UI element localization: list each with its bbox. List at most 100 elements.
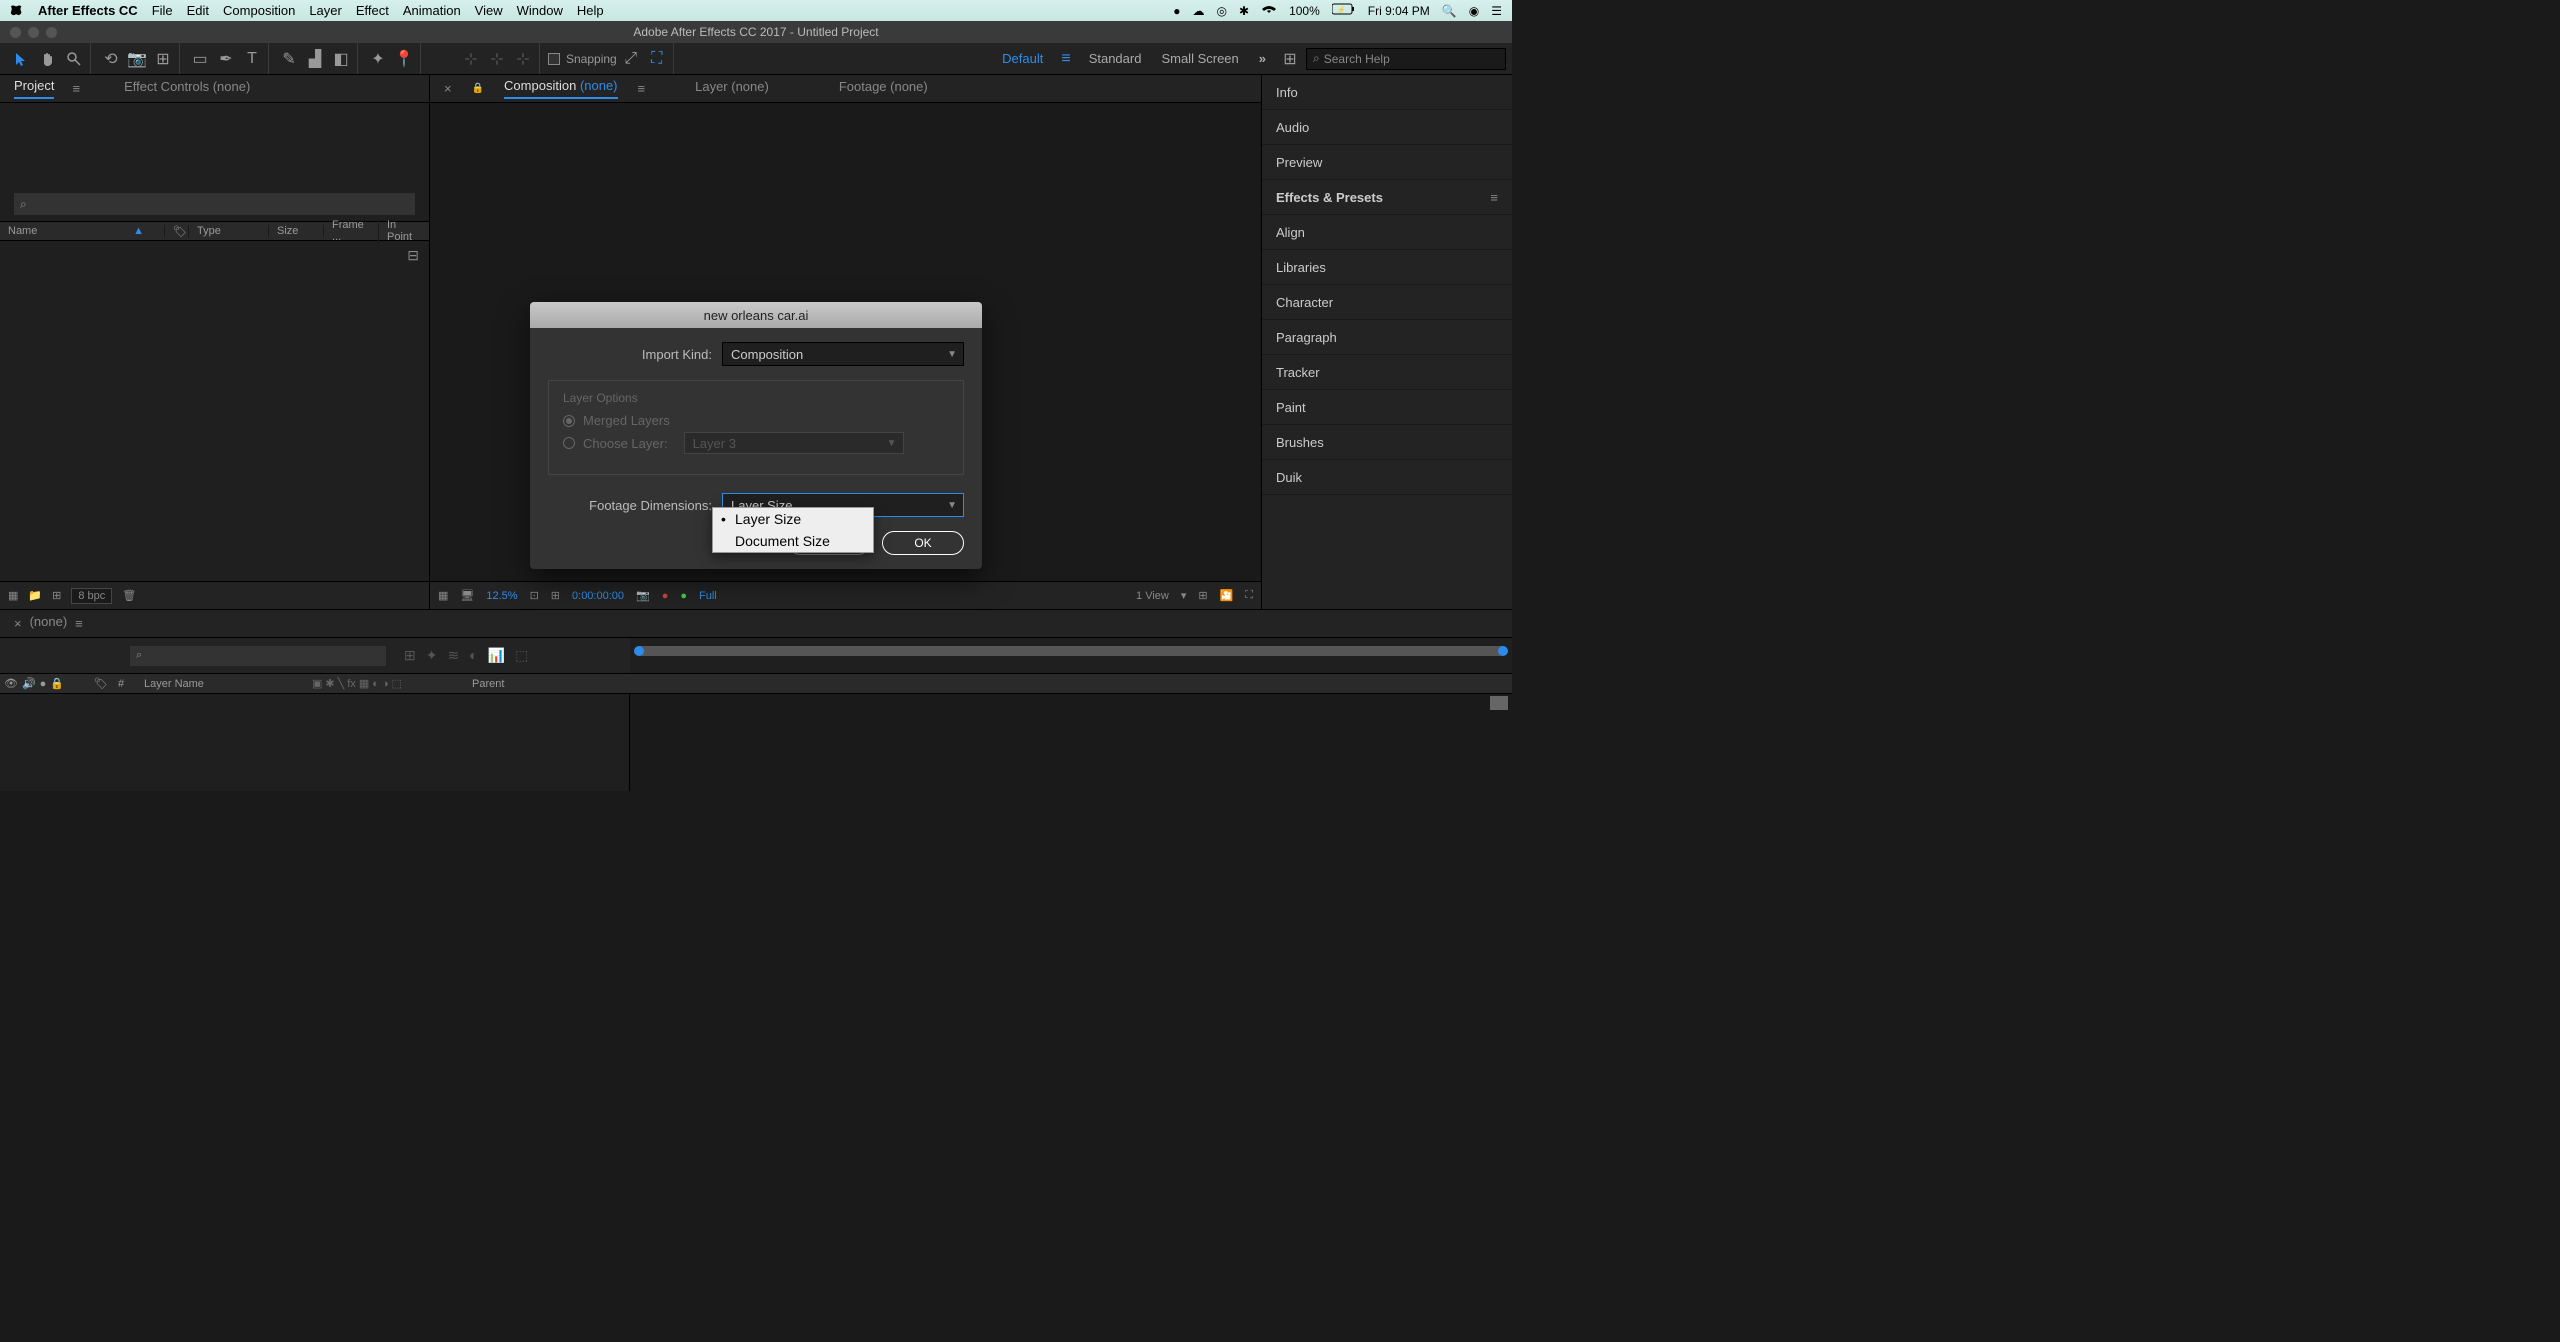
snapping-checkbox[interactable]: [548, 53, 560, 65]
panel-align[interactable]: Align: [1262, 215, 1512, 250]
timeline-search-input[interactable]: ⌕: [130, 646, 386, 666]
roto-tool-icon[interactable]: ✦: [366, 47, 390, 71]
snapshot-icon[interactable]: 📷: [636, 589, 650, 602]
panel-menu-icon[interactable]: ≡: [1490, 190, 1498, 205]
tl-comp-icon[interactable]: ⊞: [404, 647, 416, 664]
label-col-icon[interactable]: 🏷: [94, 677, 108, 690]
project-tab-menu-icon[interactable]: ≡: [72, 81, 80, 96]
menu-view[interactable]: View: [475, 3, 503, 18]
world-axis-icon[interactable]: ⊹: [485, 47, 509, 71]
snap-edge-icon[interactable]: ⤢: [619, 47, 643, 71]
spotlight-icon[interactable]: 🔍: [1442, 4, 1457, 18]
3d-icon[interactable]: 🎦: [1220, 589, 1234, 602]
switch-quality-icon[interactable]: ╲: [338, 677, 345, 690]
type-tool-icon[interactable]: T: [240, 47, 264, 71]
hand-tool-icon[interactable]: [36, 47, 60, 71]
panel-audio[interactable]: Audio: [1262, 110, 1512, 145]
menu-edit[interactable]: Edit: [187, 3, 209, 18]
brush-tool-icon[interactable]: ✎: [277, 47, 301, 71]
switch-fx2-icon[interactable]: fx: [347, 678, 356, 690]
app-name[interactable]: After Effects CC: [38, 3, 138, 18]
import-kind-select[interactable]: Composition ▼: [722, 342, 964, 366]
menu-window[interactable]: Window: [517, 3, 563, 18]
traffic-lights[interactable]: [0, 27, 57, 38]
panel-preview[interactable]: Preview: [1262, 145, 1512, 180]
bluetooth-icon[interactable]: ✱: [1239, 4, 1249, 18]
flowchart-icon[interactable]: ⊟: [407, 247, 419, 264]
lock-col-icon[interactable]: 🔒: [50, 677, 64, 690]
folder-icon[interactable]: 📁: [28, 589, 42, 602]
resolution-value[interactable]: Full: [699, 590, 717, 602]
switch-adjust-icon[interactable]: ◑: [382, 678, 389, 690]
view-dropdown[interactable]: 1 View: [1136, 590, 1169, 602]
tab-composition[interactable]: Composition (none): [504, 78, 617, 99]
siri-icon[interactable]: ◉: [1469, 4, 1479, 18]
col-parent[interactable]: Parent: [468, 674, 628, 693]
panel-duik[interactable]: Duik: [1262, 460, 1512, 495]
local-axis-icon[interactable]: ⊹: [459, 47, 483, 71]
menu-effect[interactable]: Effect: [356, 3, 389, 18]
panel-character[interactable]: Character: [1262, 285, 1512, 320]
panel-effects-presets[interactable]: Effects & Presets≡: [1262, 180, 1512, 215]
timeline-tab-menu-icon[interactable]: ≡: [75, 616, 83, 631]
project-search-input[interactable]: ⌕: [14, 193, 415, 215]
camera-view-icon[interactable]: ⊞: [1198, 589, 1207, 602]
eye-col-icon[interactable]: 👁: [4, 677, 18, 690]
channel-icon[interactable]: ●: [662, 590, 669, 602]
tab-comp-menu-icon[interactable]: ≡: [638, 81, 646, 96]
menu-help[interactable]: Help: [577, 3, 604, 18]
fast-preview-icon[interactable]: ⛶: [1245, 589, 1253, 602]
time-value[interactable]: 0:00:00:00: [572, 590, 624, 602]
selection-tool-icon[interactable]: [10, 47, 34, 71]
pan-behind-tool-icon[interactable]: ⊞: [151, 47, 175, 71]
col-frame[interactable]: Frame ...: [324, 219, 379, 243]
zoom-tool-icon[interactable]: [62, 47, 86, 71]
menu-layer[interactable]: Layer: [309, 3, 342, 18]
trash-icon[interactable]: 🗑: [122, 589, 136, 602]
col-hash[interactable]: #: [114, 674, 140, 693]
grid-icon[interactable]: ⊞: [551, 589, 560, 602]
tab-project[interactable]: Project: [14, 78, 54, 99]
solo-col-icon[interactable]: ●: [40, 678, 47, 690]
toggle-alpha-icon[interactable]: ▦: [438, 589, 448, 602]
sync-settings-icon[interactable]: ⊞: [1278, 47, 1302, 71]
list-icon[interactable]: ☰: [1491, 4, 1502, 18]
camera-tool-icon[interactable]: 📷: [125, 47, 149, 71]
clock[interactable]: Fri 9:04 PM: [1368, 4, 1430, 18]
apple-icon[interactable]: [10, 2, 24, 19]
puppet-tool-icon[interactable]: 📍: [392, 47, 416, 71]
dropdown-option-layer-size[interactable]: Layer Size: [713, 508, 873, 530]
col-type[interactable]: Type: [189, 225, 269, 237]
tl-motion-blur-icon[interactable]: ◐: [469, 647, 477, 664]
switch-shy-icon[interactable]: ▣: [312, 677, 322, 690]
interpret-icon[interactable]: ▦: [8, 589, 18, 602]
project-empty-area[interactable]: ⊟: [0, 241, 429, 581]
channel-icon-2[interactable]: ●: [680, 590, 687, 602]
tl-shy-icon[interactable]: ✦: [426, 647, 438, 664]
col-layer-name[interactable]: Layer Name: [140, 674, 308, 693]
snap-grid-icon[interactable]: ⛶: [645, 47, 669, 71]
tag-icon[interactable]: 🏷: [173, 226, 187, 238]
menu-animation[interactable]: Animation: [403, 3, 461, 18]
audio-col-icon[interactable]: 🔊: [22, 677, 36, 690]
close-tab-icon[interactable]: ×: [444, 81, 452, 96]
panel-brushes[interactable]: Brushes: [1262, 425, 1512, 460]
dropdown-option-document-size[interactable]: Document Size: [713, 530, 873, 552]
cc-icon[interactable]: ◎: [1217, 4, 1227, 18]
panel-libraries[interactable]: Libraries: [1262, 250, 1512, 285]
workspace-standard[interactable]: Standard: [1081, 49, 1150, 68]
workspace-menu-icon[interactable]: ≡: [1055, 50, 1076, 68]
timeline-layers-area[interactable]: [0, 694, 630, 791]
tl-frame-blend-icon[interactable]: ≋: [447, 647, 459, 664]
workspace-small[interactable]: Small Screen: [1153, 49, 1246, 68]
battery-icon[interactable]: ⚡: [1332, 3, 1356, 18]
menu-composition[interactable]: Composition: [223, 3, 295, 18]
search-help-input[interactable]: ⌕ Search Help: [1306, 48, 1506, 70]
cloud-icon[interactable]: ☁: [1193, 4, 1205, 18]
panel-info[interactable]: Info: [1262, 75, 1512, 110]
record-icon[interactable]: ●: [1173, 4, 1180, 18]
workspace-overflow-icon[interactable]: »: [1251, 49, 1274, 68]
switch-motionblur-icon[interactable]: ◐: [372, 678, 379, 690]
res-icon[interactable]: ⊡: [530, 589, 539, 602]
bpc-button[interactable]: 8 bpc: [71, 588, 112, 604]
